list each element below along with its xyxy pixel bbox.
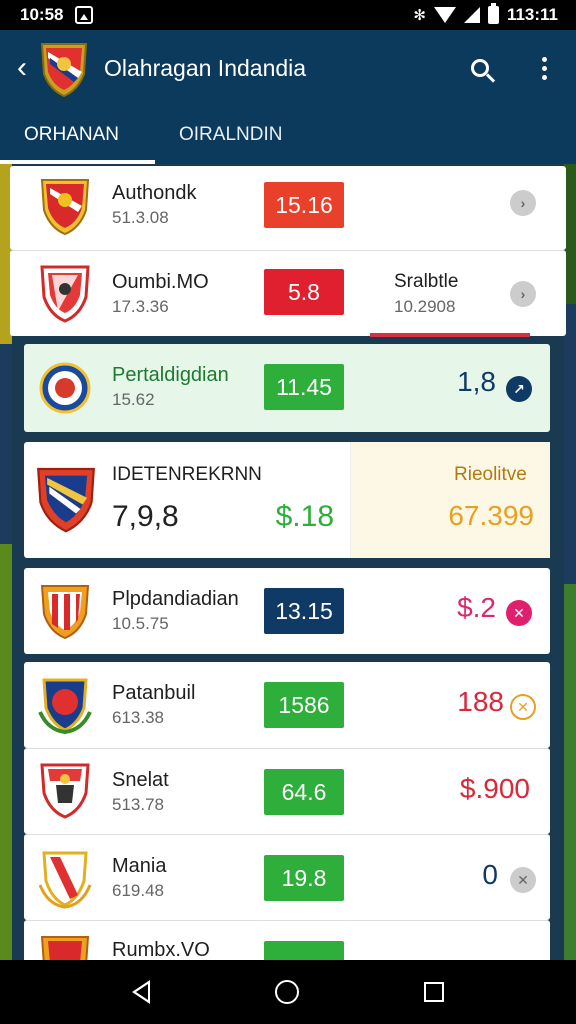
match-sub: 51.3.08	[112, 208, 169, 227]
side-sub: 10.2908	[394, 297, 456, 316]
back-arrow-icon: ‹	[17, 51, 27, 84]
featured-score: $.18	[275, 500, 334, 533]
side-title: Sralbtle	[394, 271, 459, 292]
match-card[interactable]: Patanbuil 613.38 1586 188 ✕	[24, 662, 550, 748]
team-name: Oumbi.MO	[112, 271, 209, 293]
match-value: $.900	[459, 773, 530, 804]
team-crest	[40, 265, 90, 323]
app-logo	[38, 38, 90, 98]
image-notification-icon	[75, 6, 94, 24]
tab-label: ORHANAN	[24, 124, 120, 145]
team-crest	[40, 585, 90, 640]
more-options-button[interactable]	[524, 48, 564, 88]
nav-home-button[interactable]	[274, 980, 299, 1004]
chevron-icon[interactable]: ›	[510, 281, 536, 307]
cancel-icon[interactable]: ✕	[510, 694, 536, 720]
back-button[interactable]: ‹	[8, 48, 36, 88]
battery-icon	[487, 3, 499, 24]
cancel-icon[interactable]: ✕	[510, 867, 536, 893]
team-crest	[40, 936, 90, 960]
match-list: Authondk 51.3.08 15.16 › Oumbi.MO 17.3.3…	[0, 164, 576, 960]
match-value: 1,8	[457, 366, 496, 397]
match-card[interactable]: Plpdandiadian 10.5.75 13.15 $.2 ✕	[24, 568, 550, 654]
team-crest	[38, 851, 92, 909]
team-crest	[39, 362, 91, 414]
match-sub: 513.78	[112, 795, 164, 814]
match-card[interactable]: Rumbx.VO	[24, 920, 550, 960]
more-vert-icon	[541, 56, 547, 80]
bluetooth-icon: ✻	[413, 7, 426, 24]
score-badge: 1586	[264, 682, 344, 728]
app-title: Olahragan Indandia	[104, 54, 307, 81]
arrow-icon[interactable]: ↗	[506, 376, 532, 402]
match-card[interactable]: Authondk 51.3.08 15.16 ›	[10, 166, 566, 250]
score-badge: 19.8	[264, 855, 344, 901]
nav-back-button[interactable]	[132, 980, 151, 1004]
team-name: Patanbuil	[112, 682, 196, 704]
system-nav-bar	[0, 960, 576, 1024]
cancel-icon[interactable]: ✕	[506, 600, 532, 626]
match-sub: 10.5.75	[112, 614, 169, 633]
team-name: Snelat	[112, 769, 169, 791]
score-badge: 13.15	[264, 588, 344, 634]
match-card[interactable]: Pertaldigdian 15.62 11.45 1,8 ↗	[24, 344, 550, 432]
match-card[interactable]: Oumbi.MO 17.3.36 5.8 Sralbtle 10.2908 ›	[10, 250, 566, 337]
tab-label: OIRALNDIN	[179, 124, 283, 145]
score-badge: 64.6	[264, 769, 344, 815]
team-name: Rumbx.VO	[112, 939, 210, 960]
status-battery-time: 113:11	[506, 5, 558, 24]
score-badge: 15.16	[264, 182, 344, 228]
match-sub: 619.48	[112, 881, 164, 900]
match-sub: 613.38	[112, 708, 164, 727]
match-sub: 17.3.36	[112, 297, 169, 316]
tab-orhanan[interactable]: ORHANAN	[0, 106, 155, 164]
nav-recents-button[interactable]	[423, 982, 444, 1002]
team-name: Plpdandiadian	[112, 588, 239, 610]
app-bar: ‹ Olahragan Indandia	[0, 30, 576, 106]
wifi-icon	[433, 7, 456, 23]
team-name: IDETENREKRNN	[112, 464, 262, 485]
chevron-icon[interactable]: ›	[510, 190, 536, 216]
match-sub: 15.62	[112, 390, 155, 409]
team-crest	[40, 179, 90, 236]
match-value: $.2	[457, 592, 496, 623]
score-badge: 11.45	[264, 364, 344, 410]
tab-oiralndin[interactable]: OIRALNDIN	[155, 106, 282, 164]
team-crest	[37, 467, 95, 533]
selected-indicator	[370, 333, 530, 337]
status-time: 10:58	[20, 5, 64, 24]
featured-right-value: 67.399	[448, 500, 534, 531]
match-value: 0	[482, 859, 498, 890]
featured-match-card[interactable]: IDETENREKRNN 7,9,8 $.18 Rieolitve 67.399	[24, 442, 550, 558]
match-card[interactable]: Mania 619.48 19.8 0 ✕	[24, 834, 550, 920]
search-icon	[471, 59, 489, 77]
signal-icon	[463, 7, 480, 23]
tab-bar: ORHANAN OIRALNDIN	[0, 106, 576, 164]
team-name: Mania	[112, 855, 167, 877]
match-value: 188	[457, 686, 504, 717]
featured-left-value: 7,9,8	[112, 500, 179, 533]
team-name: Pertaldigdian	[112, 364, 229, 386]
team-crest	[40, 763, 90, 819]
score-badge: 5.8	[264, 269, 344, 315]
team-crest	[38, 678, 92, 734]
score-badge	[264, 941, 344, 960]
team-name: Authondk	[112, 182, 197, 204]
search-button[interactable]	[460, 48, 500, 88]
status-bar: 10:58 ✻ 113:11	[0, 0, 576, 30]
match-card[interactable]: Snelat 513.78 64.6 $.900	[24, 748, 550, 834]
featured-right-title: Rieolitve	[454, 464, 527, 485]
